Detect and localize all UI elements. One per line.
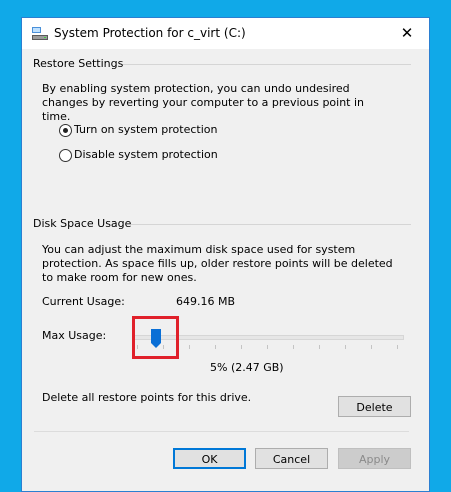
current-usage-label: Current Usage: [42,295,125,308]
slider-tick [397,345,398,349]
slider-tick [371,345,372,349]
delete-restore-points-text: Delete all restore points for this drive… [42,391,252,404]
apply-button: Apply [338,448,411,469]
disk-space-description: You can adjust the maximum disk space us… [42,243,393,284]
radio-label-disable: Disable system protection [74,148,218,161]
restore-settings-label: Restore Settings [33,57,124,70]
close-icon: ✕ [400,24,414,42]
radio-label-turn-on: Turn on system protection [74,123,218,136]
title-bar[interactable]: System Protection for c_virt (C:) ✕ [22,18,429,49]
ok-button[interactable]: OK [173,448,246,469]
restore-settings-divider [122,64,411,65]
disk-space-divider [122,224,411,225]
max-usage-value: 5% (2.47 GB) [210,361,284,374]
disk-space-label: Disk Space Usage [33,217,132,230]
delete-button[interactable]: Delete [338,396,411,417]
slider-tick [293,345,294,349]
radio-button-unchecked[interactable] [59,149,72,162]
system-protection-dialog: System Protection for c_virt (C:) ✕ Rest… [21,17,430,492]
restore-settings-description: By enabling system protection, you can u… [42,82,365,123]
slider-tick [319,345,320,349]
slider-highlight-box [132,316,179,359]
radio-button-checked[interactable] [59,124,72,137]
footer-separator [34,431,409,432]
cancel-button[interactable]: Cancel [255,448,328,469]
window-title: System Protection for c_virt (C:) [54,26,246,40]
slider-tick [267,345,268,349]
max-usage-label: Max Usage: [42,329,107,342]
close-button[interactable]: ✕ [385,18,429,49]
slider-tick [241,345,242,349]
current-usage-value: 649.16 MB [176,295,236,308]
system-protection-icon [32,27,48,40]
slider-tick [189,345,190,349]
slider-tick [215,345,216,349]
slider-tick [345,345,346,349]
